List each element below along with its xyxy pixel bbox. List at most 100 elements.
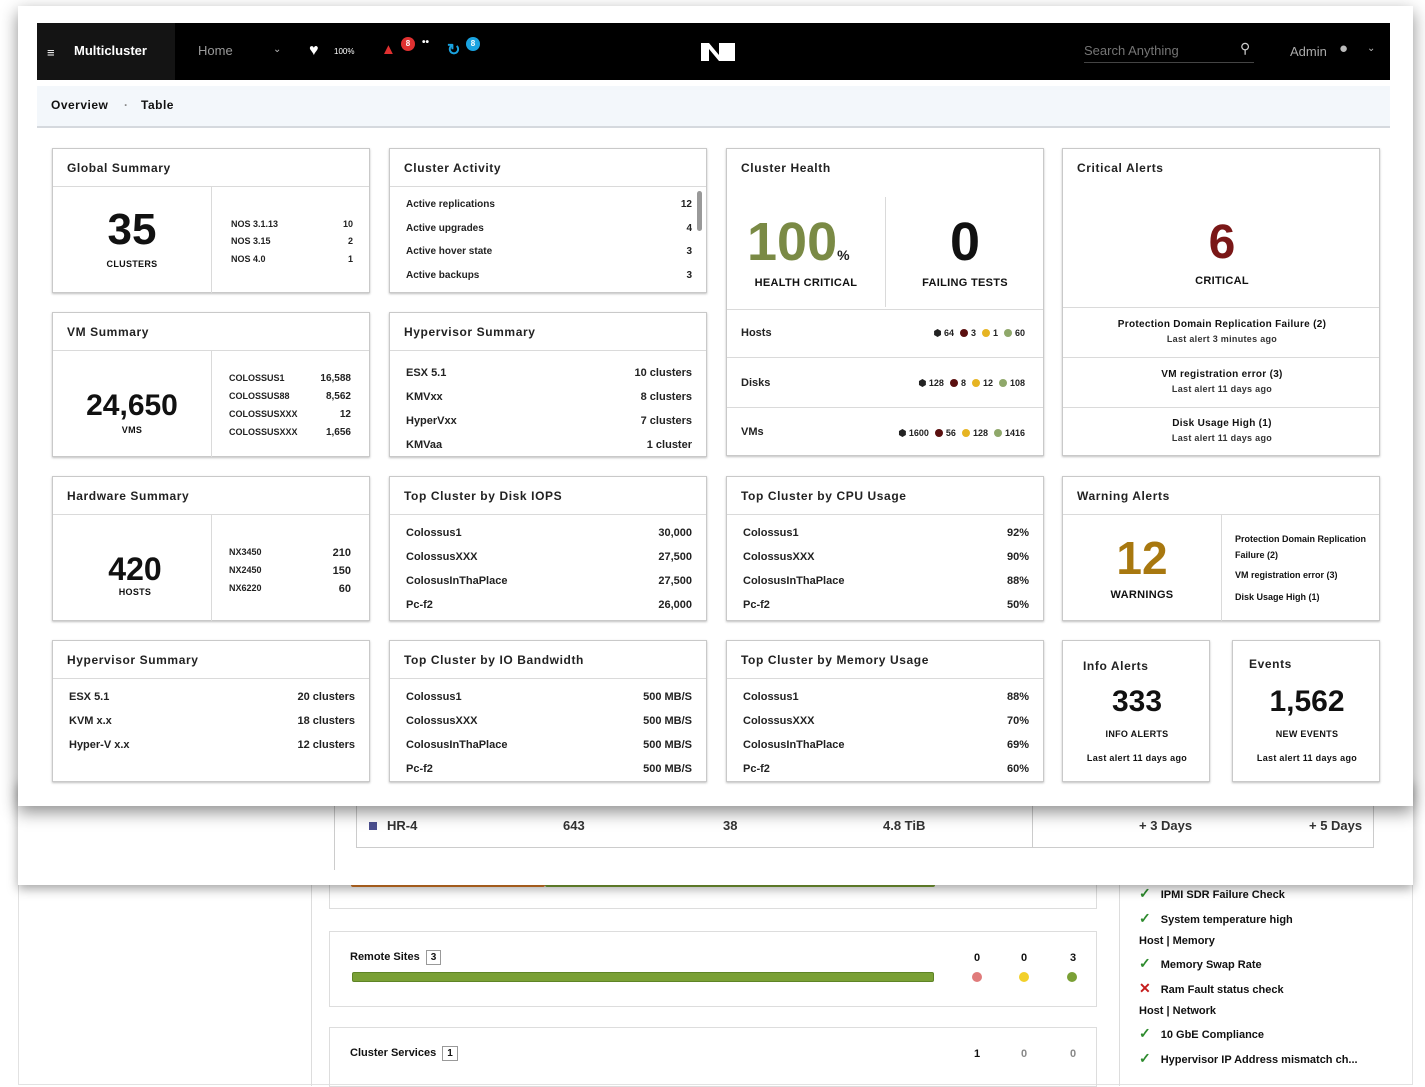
nos-label: NOS 3.15 bbox=[231, 236, 271, 246]
hypervisor-name: KVM x.x bbox=[69, 715, 112, 727]
check-item[interactable]: ✓ Hypervisor IP Address mismatch ch... bbox=[1139, 1050, 1358, 1067]
total-icon: ⬢ bbox=[898, 428, 907, 438]
cluster-name: Colossus1 bbox=[406, 691, 462, 703]
cluster-activity-card[interactable]: Cluster Activity Active replications 12 A… bbox=[389, 148, 707, 293]
events-card[interactable]: Events 1,562 NEW EVENTS Last alert 11 da… bbox=[1232, 640, 1380, 782]
row-col2: 38 bbox=[723, 818, 738, 833]
dashboard-window: ≡ Multicluster Home ⌄ ♥ 100% ▲ 8 •• ↻ 8 … bbox=[18, 6, 1413, 806]
vms-breakdown: ⬢ 1600 56 128 1416 bbox=[898, 428, 1025, 438]
more-dots-icon[interactable]: •• bbox=[422, 37, 429, 48]
critical-alert-item[interactable]: Disk Usage High (1) bbox=[1063, 418, 1381, 429]
checkmark-icon: ✓ bbox=[1139, 885, 1151, 901]
activity-count: 3 bbox=[686, 246, 692, 257]
task-spinner-icon[interactable]: ↻ bbox=[447, 40, 460, 60]
search-icon[interactable]: ⚲ bbox=[1240, 40, 1250, 57]
critical-alert-time: Last alert 11 days ago bbox=[1171, 384, 1273, 394]
hypervisor-name: HyperVxx bbox=[406, 415, 457, 427]
warning-count: 12 bbox=[1116, 532, 1168, 584]
event-count: 1,562 bbox=[1269, 685, 1345, 718]
checkmark-icon: ✓ bbox=[1139, 955, 1151, 971]
hamburger-menu-icon[interactable]: ≡ bbox=[47, 45, 55, 60]
vm-cluster-count: 8,562 bbox=[325, 391, 351, 402]
tab-table[interactable]: Table bbox=[141, 98, 174, 112]
cluster-services-card[interactable]: Cluster Services 1 1 0 0 bbox=[329, 1027, 1097, 1087]
chevron-down-icon[interactable]: ⌄ bbox=[273, 44, 281, 55]
tasks-count-badge[interactable]: 8 bbox=[466, 37, 480, 51]
card-title: Top Cluster by IO Bandwidth bbox=[390, 641, 706, 679]
card-title: VM Summary bbox=[53, 313, 369, 351]
hypervisor-clusters: 7 clusters bbox=[640, 415, 692, 427]
card-title: Global Summary bbox=[53, 149, 369, 187]
cluster-health-card[interactable]: Cluster Health 100% HEALTH CRITICAL 0 FA… bbox=[726, 148, 1044, 456]
vm-cluster-count: 12 bbox=[339, 409, 351, 420]
top-disk-iops-card[interactable]: Top Cluster by Disk IOPS Colossus1 30,000… bbox=[389, 476, 707, 621]
total-icon: ⬢ bbox=[933, 328, 942, 338]
check-group-memory: Host | Memory bbox=[1139, 935, 1215, 947]
activity-label: Active backups bbox=[406, 270, 480, 281]
check-item[interactable]: ✓ System temperature high bbox=[1139, 910, 1358, 927]
vm-count: 24,650 bbox=[86, 389, 178, 422]
remote-sites-critical-count: 0 bbox=[974, 952, 981, 964]
alerts-count-badge[interactable]: 8 bbox=[401, 37, 415, 51]
hypervisor-summary-card[interactable]: Hypervisor Summary ESX 5.1 10 clusters KM… bbox=[389, 312, 707, 457]
hypervisor-clusters: 8 clusters bbox=[640, 391, 692, 403]
hypervisor-clusters: 20 clusters bbox=[297, 691, 355, 703]
bandwidth-value: 500 MB/S bbox=[643, 691, 692, 703]
check-group-network: Host | Network bbox=[1139, 1005, 1217, 1017]
hypervisor-clusters: 18 clusters bbox=[297, 715, 355, 727]
card-title: Hardware Summary bbox=[53, 477, 369, 515]
global-summary-card[interactable]: Global Summary 35 CLUSTERS NOS 3.1.13 10 … bbox=[52, 148, 370, 293]
model-name: NX2450 bbox=[229, 565, 262, 575]
info-alerts-card[interactable]: Info Alerts 333 INFO ALERTS Last alert 1… bbox=[1062, 640, 1210, 782]
event-label: NEW EVENTS bbox=[1275, 729, 1339, 739]
check-item[interactable]: ✓ 10 GbE Compliance bbox=[1139, 1025, 1358, 1042]
health-percent[interactable]: 100% bbox=[334, 47, 354, 56]
user-avatar-icon[interactable]: ● bbox=[1339, 40, 1348, 57]
hypervisor-clusters: 12 clusters bbox=[297, 739, 355, 751]
critical-alert-item[interactable]: VM registration error (3) bbox=[1063, 369, 1381, 380]
check-item[interactable]: ✓ IPMI SDR Failure Check bbox=[1139, 885, 1358, 902]
warning-alert-item[interactable]: Disk Usage High (1) bbox=[1235, 589, 1375, 605]
remote-sites-card[interactable]: Remote Sites 3 0 0 3 bbox=[329, 931, 1097, 1007]
cluster-services-ok-count: 0 bbox=[1070, 1048, 1077, 1060]
top-cpu-card[interactable]: Top Cluster by CPU Usage Colossus1 92% Co… bbox=[726, 476, 1044, 621]
warning-alert-item[interactable]: Protection Domain Replication Failure (2… bbox=[1235, 531, 1375, 563]
cpu-value: 88% bbox=[1006, 575, 1029, 587]
heart-health-icon[interactable]: ♥ bbox=[309, 42, 319, 60]
hypervisor-name: ESX 5.1 bbox=[69, 691, 110, 703]
home-menu[interactable]: Home bbox=[198, 43, 233, 58]
row-col3: 4.8 TiB bbox=[883, 818, 926, 833]
model-name: NX3450 bbox=[229, 547, 262, 557]
check-item[interactable]: ✓ Memory Swap Rate bbox=[1139, 955, 1358, 972]
scrollbar-thumb[interactable] bbox=[697, 191, 702, 231]
row-col1: 643 bbox=[563, 818, 585, 833]
vm-summary-card[interactable]: VM Summary 24,650 VMS COLOSSUS1 16,588 CO… bbox=[52, 312, 370, 457]
model-name: NX6220 bbox=[229, 583, 262, 593]
cpu-value: 90% bbox=[1006, 551, 1029, 563]
card-title: Info Alerts bbox=[1083, 659, 1149, 673]
tab-overview[interactable]: Overview bbox=[51, 98, 108, 112]
activity-count: 4 bbox=[686, 223, 692, 234]
critical-label: CRITICAL bbox=[1195, 275, 1249, 287]
app-title[interactable]: Multicluster bbox=[74, 43, 147, 58]
hypervisor-clusters: 10 clusters bbox=[634, 367, 692, 379]
critical-alerts-card[interactable]: Critical Alerts 6 CRITICAL Protection Do… bbox=[1062, 148, 1380, 456]
bell-alert-icon[interactable]: ▲ bbox=[381, 41, 396, 58]
hardware-summary-card[interactable]: Hardware Summary 420 HOSTS NX3450 210 NX2… bbox=[52, 476, 370, 621]
checkmark-icon: ✓ bbox=[1139, 910, 1151, 926]
card-title: Top Cluster by Disk IOPS bbox=[390, 477, 706, 515]
chevron-down-icon[interactable]: ⌄ bbox=[1367, 43, 1375, 54]
warning-label: WARNINGS bbox=[1110, 589, 1174, 601]
event-time: Last alert 11 days ago bbox=[1256, 753, 1358, 763]
search-input[interactable] bbox=[1084, 39, 1254, 63]
warning-alerts-card[interactable]: Warning Alerts 12 WARNINGS Protection Do… bbox=[1062, 476, 1380, 621]
user-menu-label[interactable]: Admin bbox=[1290, 44, 1327, 59]
critical-alert-item[interactable]: Protection Domain Replication Failure (2… bbox=[1063, 319, 1381, 330]
activity-count: 3 bbox=[686, 270, 692, 281]
hypervisor-summary-card-2[interactable]: Hypervisor Summary ESX 5.1 20 clusters KV… bbox=[52, 640, 370, 782]
top-memory-card[interactable]: Top Cluster by Memory Usage Colossus1 88%… bbox=[726, 640, 1044, 782]
warning-alert-item[interactable]: VM registration error (3) bbox=[1235, 567, 1375, 583]
check-item[interactable]: ✕ Ram Fault status check bbox=[1139, 980, 1358, 997]
memory-value: 60% bbox=[1006, 763, 1029, 775]
top-io-bandwidth-card[interactable]: Top Cluster by IO Bandwidth Colossus1 500… bbox=[389, 640, 707, 782]
